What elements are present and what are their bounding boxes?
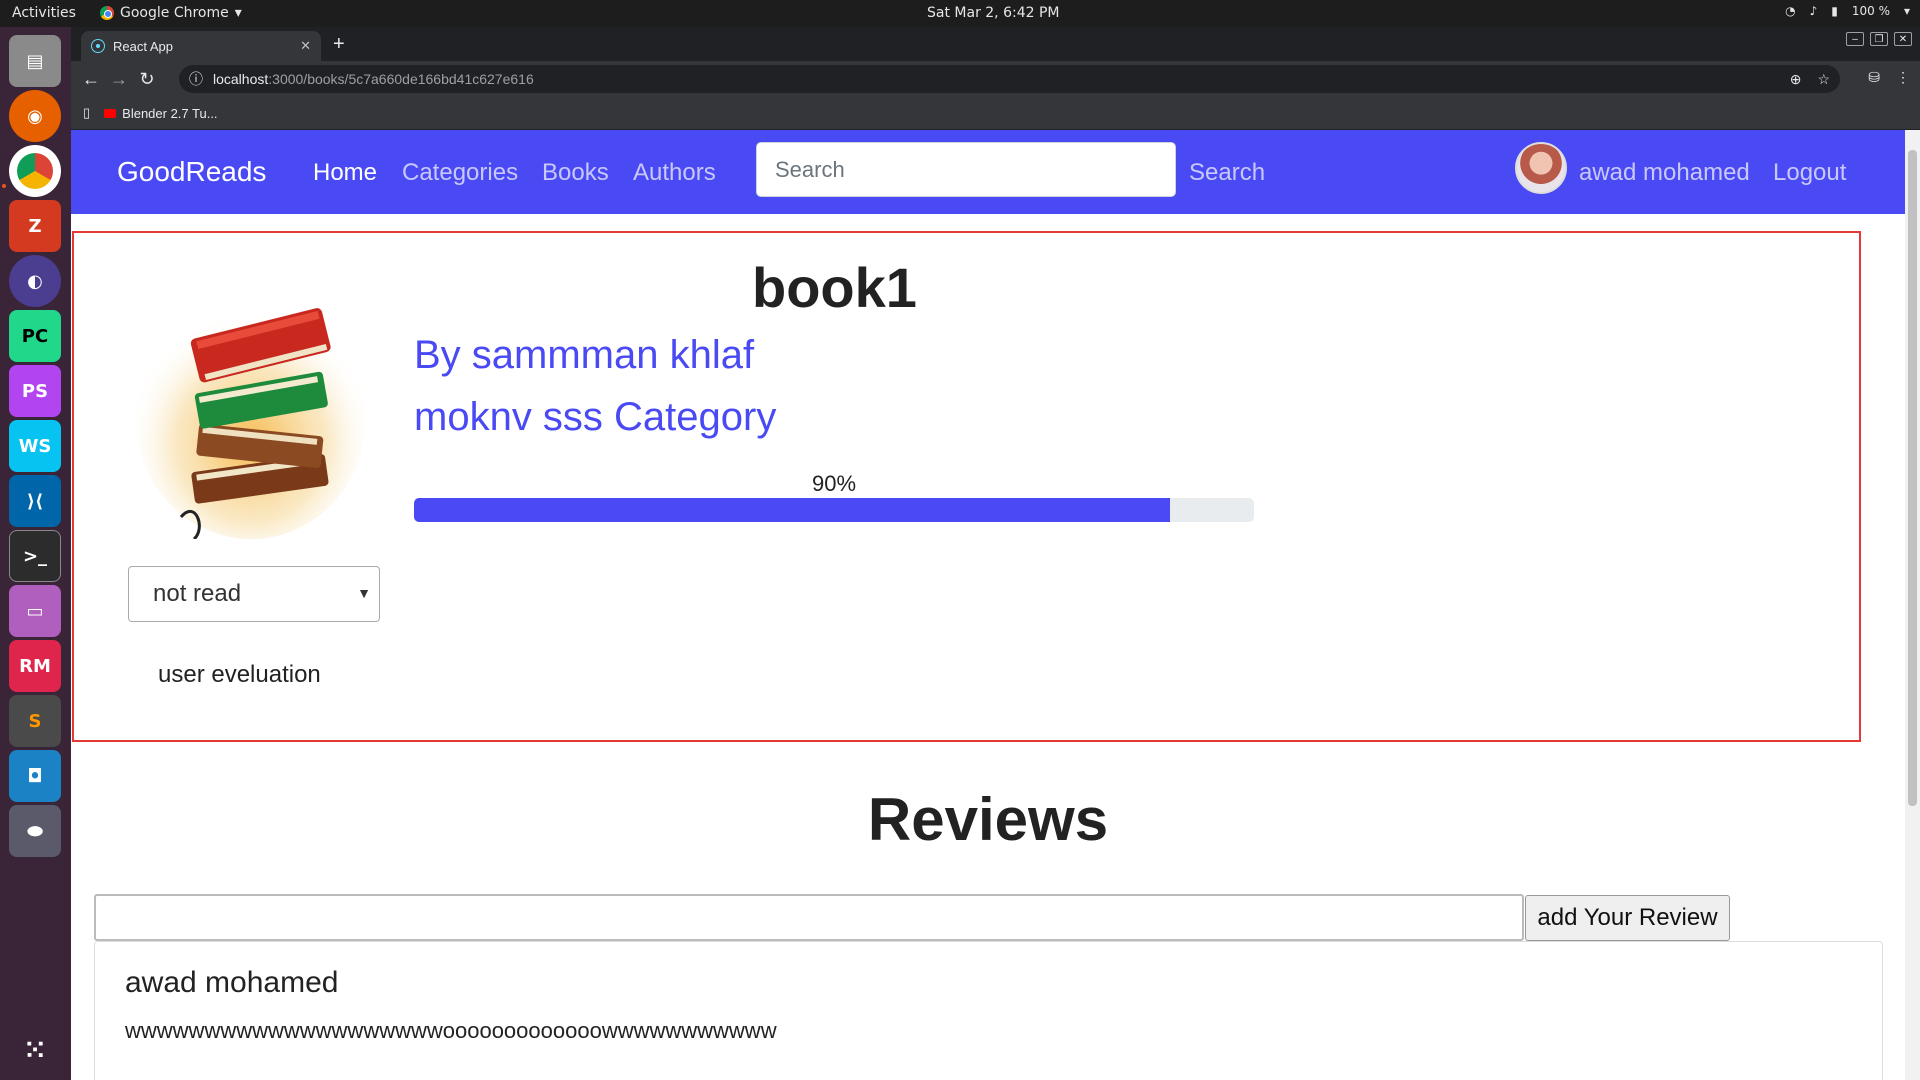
- author-link[interactable]: By sammman khlaf: [414, 333, 754, 378]
- window-controls: – ❐ ✕: [1846, 32, 1912, 46]
- nav-link-authors[interactable]: Authors: [633, 159, 716, 187]
- system-top-bar: Activities Google Chrome ▾ Sat Mar 2, 6:…: [0, 0, 1920, 27]
- rating-label: 90%: [811, 471, 857, 496]
- chevron-down-icon: ▾: [234, 5, 242, 21]
- chevron-down-icon: ▼: [357, 585, 371, 601]
- pycharm-icon[interactable]: PC: [9, 310, 61, 362]
- volume-icon: ♪: [1809, 4, 1818, 18]
- restore-icon[interactable]: ❐: [1870, 32, 1888, 46]
- bookmark-item[interactable]: Blender 2.7 Tu...: [104, 105, 218, 121]
- chrome-icon: [100, 6, 114, 20]
- browser-toolbar: ← → ↻ ⓘ localhost:3000/books/5c7a660de16…: [71, 61, 1920, 97]
- reload-icon[interactable]: ↻: [133, 69, 161, 90]
- bookmarks-bar: ▯ Blender 2.7 Tu...: [71, 97, 1920, 130]
- review-card: awad mohamed wwwwwwwwwwwwwwwwwwwwooooooo…: [94, 941, 1883, 1080]
- user-evaluation-label: user eveluation: [158, 661, 321, 688]
- back-icon[interactable]: ←: [77, 69, 105, 90]
- youtube-icon: [104, 108, 117, 118]
- address-bar[interactable]: ⓘ localhost:3000/books/5c7a660de166bd41c…: [179, 65, 1840, 93]
- book-cover-image: [136, 299, 366, 539]
- battery-icon: ▮: [1831, 4, 1838, 18]
- rating-progress-fill: [414, 498, 1170, 522]
- files-icon[interactable]: ▤: [9, 35, 61, 87]
- running-indicator: [2, 184, 6, 188]
- nav-link-home[interactable]: Home: [313, 159, 377, 187]
- username-link[interactable]: awad mohamed: [1579, 159, 1750, 187]
- info-icon[interactable]: ⓘ: [189, 69, 203, 89]
- review-text: wwwwwwwwwwwwwwwwwwwwooooooooooooowwwwwww…: [125, 1018, 777, 1043]
- app-navbar: GoodReads Home Categories Books Authors …: [71, 130, 1905, 214]
- clock[interactable]: Sat Mar 2, 6:42 PM: [927, 5, 1060, 21]
- logout-link[interactable]: Logout: [1773, 159, 1846, 187]
- sublime-text-icon[interactable]: S: [9, 695, 61, 747]
- url-host: localhost: [213, 71, 269, 87]
- app-menu-label: Google Chrome: [120, 5, 229, 21]
- terminal-icon[interactable]: >_: [9, 530, 61, 582]
- new-tab-button[interactable]: +: [333, 33, 345, 56]
- tab-title: React App: [113, 38, 173, 54]
- book-details-card: not read ▼ user eveluation book1 By samm…: [72, 231, 1861, 742]
- page-scrollbar[interactable]: [1905, 130, 1920, 1080]
- brand-link[interactable]: GoodReads: [117, 156, 266, 188]
- forward-icon[interactable]: →: [105, 69, 133, 90]
- bookmark-label: Blender 2.7 Tu...: [122, 105, 218, 121]
- minimize-icon[interactable]: –: [1846, 32, 1864, 46]
- webstorm-icon[interactable]: WS: [9, 420, 61, 472]
- add-review-button[interactable]: add Your Review: [1525, 895, 1730, 941]
- toolbar-actions: ⛁ ⋮: [1868, 69, 1910, 86]
- nav-link-books[interactable]: Books: [542, 159, 609, 187]
- activities-button[interactable]: Activities: [12, 5, 76, 21]
- firefox-icon[interactable]: ◉: [9, 90, 61, 142]
- avatar[interactable]: [1515, 142, 1567, 194]
- url-path: :3000/books/5c7a660de166bd41c627e616: [268, 71, 534, 87]
- chrome-icon[interactable]: [9, 145, 61, 197]
- react-icon: [91, 39, 105, 53]
- browser-window: React App ✕ + – ❐ ✕ ← → ↻ ⓘ localhost:30…: [71, 27, 1920, 1080]
- book-title: book1: [752, 256, 917, 319]
- close-icon[interactable]: ✕: [1894, 32, 1912, 46]
- app-menu[interactable]: Google Chrome ▾: [100, 5, 242, 21]
- system-tray[interactable]: ◔ ♪ ▮ 100 % ▾: [1785, 4, 1910, 18]
- search-input[interactable]: [756, 142, 1176, 197]
- close-icon[interactable]: ✕: [300, 38, 311, 54]
- page-viewport: GoodReads Home Categories Books Authors …: [71, 130, 1905, 1080]
- review-input[interactable]: [94, 894, 1524, 941]
- review-author: awad mohamed: [125, 966, 339, 999]
- incognito-icon[interactable]: ⛁: [1868, 69, 1880, 86]
- browser-tab[interactable]: React App ✕: [81, 31, 321, 61]
- drive-icon[interactable]: ⬬: [9, 805, 61, 857]
- rubymine-icon[interactable]: RM: [9, 640, 61, 692]
- scrollbar-thumb[interactable]: [1908, 150, 1917, 806]
- vscode-icon[interactable]: ⟩⟨: [9, 475, 61, 527]
- reviews-heading: Reviews: [867, 786, 1109, 853]
- reading-status-select[interactable]: not read ▼: [128, 566, 380, 622]
- menu-icon[interactable]: ⋮: [1896, 69, 1910, 86]
- chevron-down-icon: ▾: [1903, 4, 1910, 18]
- reading-status-value: not read: [153, 580, 242, 607]
- battery-label: 100 %: [1851, 4, 1890, 18]
- tab-strip: React App ✕ + – ❐ ✕: [71, 27, 1920, 61]
- remmina-icon[interactable]: ◘: [9, 750, 61, 802]
- dock: ▤ ◉ Z ◐ PC PS WS ⟩⟨ >_ ▭ RM S ◘ ⬬ ⁙: [0, 27, 71, 1080]
- phpstorm-icon[interactable]: PS: [9, 365, 61, 417]
- zoom-icon[interactable]: ⊕: [1790, 71, 1802, 88]
- eclipse-icon[interactable]: ◐: [9, 255, 61, 307]
- search-button[interactable]: Search: [1189, 159, 1265, 187]
- nav-link-categories[interactable]: Categories: [402, 159, 518, 187]
- window-manager-icon[interactable]: ▭: [9, 585, 61, 637]
- apps-page-icon[interactable]: ▯: [83, 105, 90, 121]
- rating-progress-bar: [414, 498, 1254, 522]
- wifi-icon: ◔: [1785, 4, 1796, 18]
- filezilla-icon[interactable]: Z: [9, 200, 61, 252]
- app-grid-icon[interactable]: ⁙: [9, 1025, 61, 1077]
- star-icon[interactable]: ☆: [1817, 71, 1830, 88]
- category-link[interactable]: moknv sss Category: [414, 395, 776, 440]
